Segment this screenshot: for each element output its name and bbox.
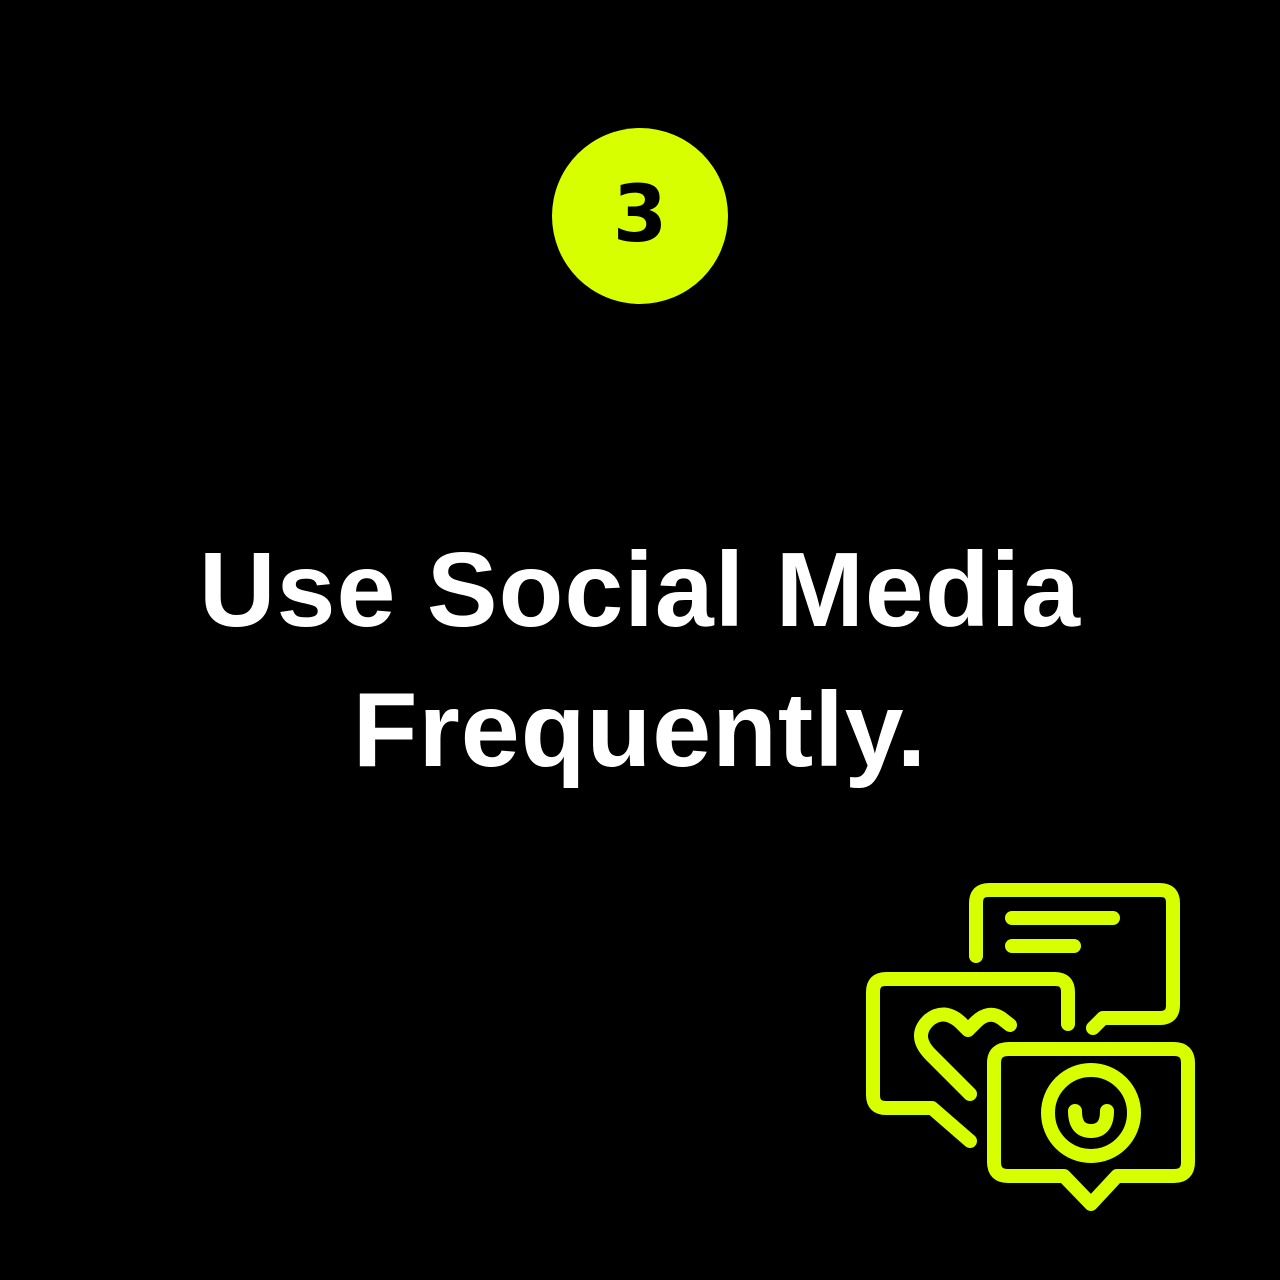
headline-line-1: Use Social Media [198, 531, 1081, 649]
smiley-face-icon [1041, 1063, 1141, 1163]
smiley-mouth [1068, 1104, 1114, 1138]
step-number-badge: 3 [552, 128, 728, 304]
headline-line-2: Frequently. [352, 671, 928, 789]
headline: Use Social Media Frequently. [0, 520, 1280, 800]
heart-bubble-outline [866, 972, 1075, 1148]
chat-bubbles-icon [866, 883, 1195, 1211]
step-number: 3 [612, 170, 668, 260]
slide: 3 Use Social Media Frequently. [0, 0, 1280, 1280]
